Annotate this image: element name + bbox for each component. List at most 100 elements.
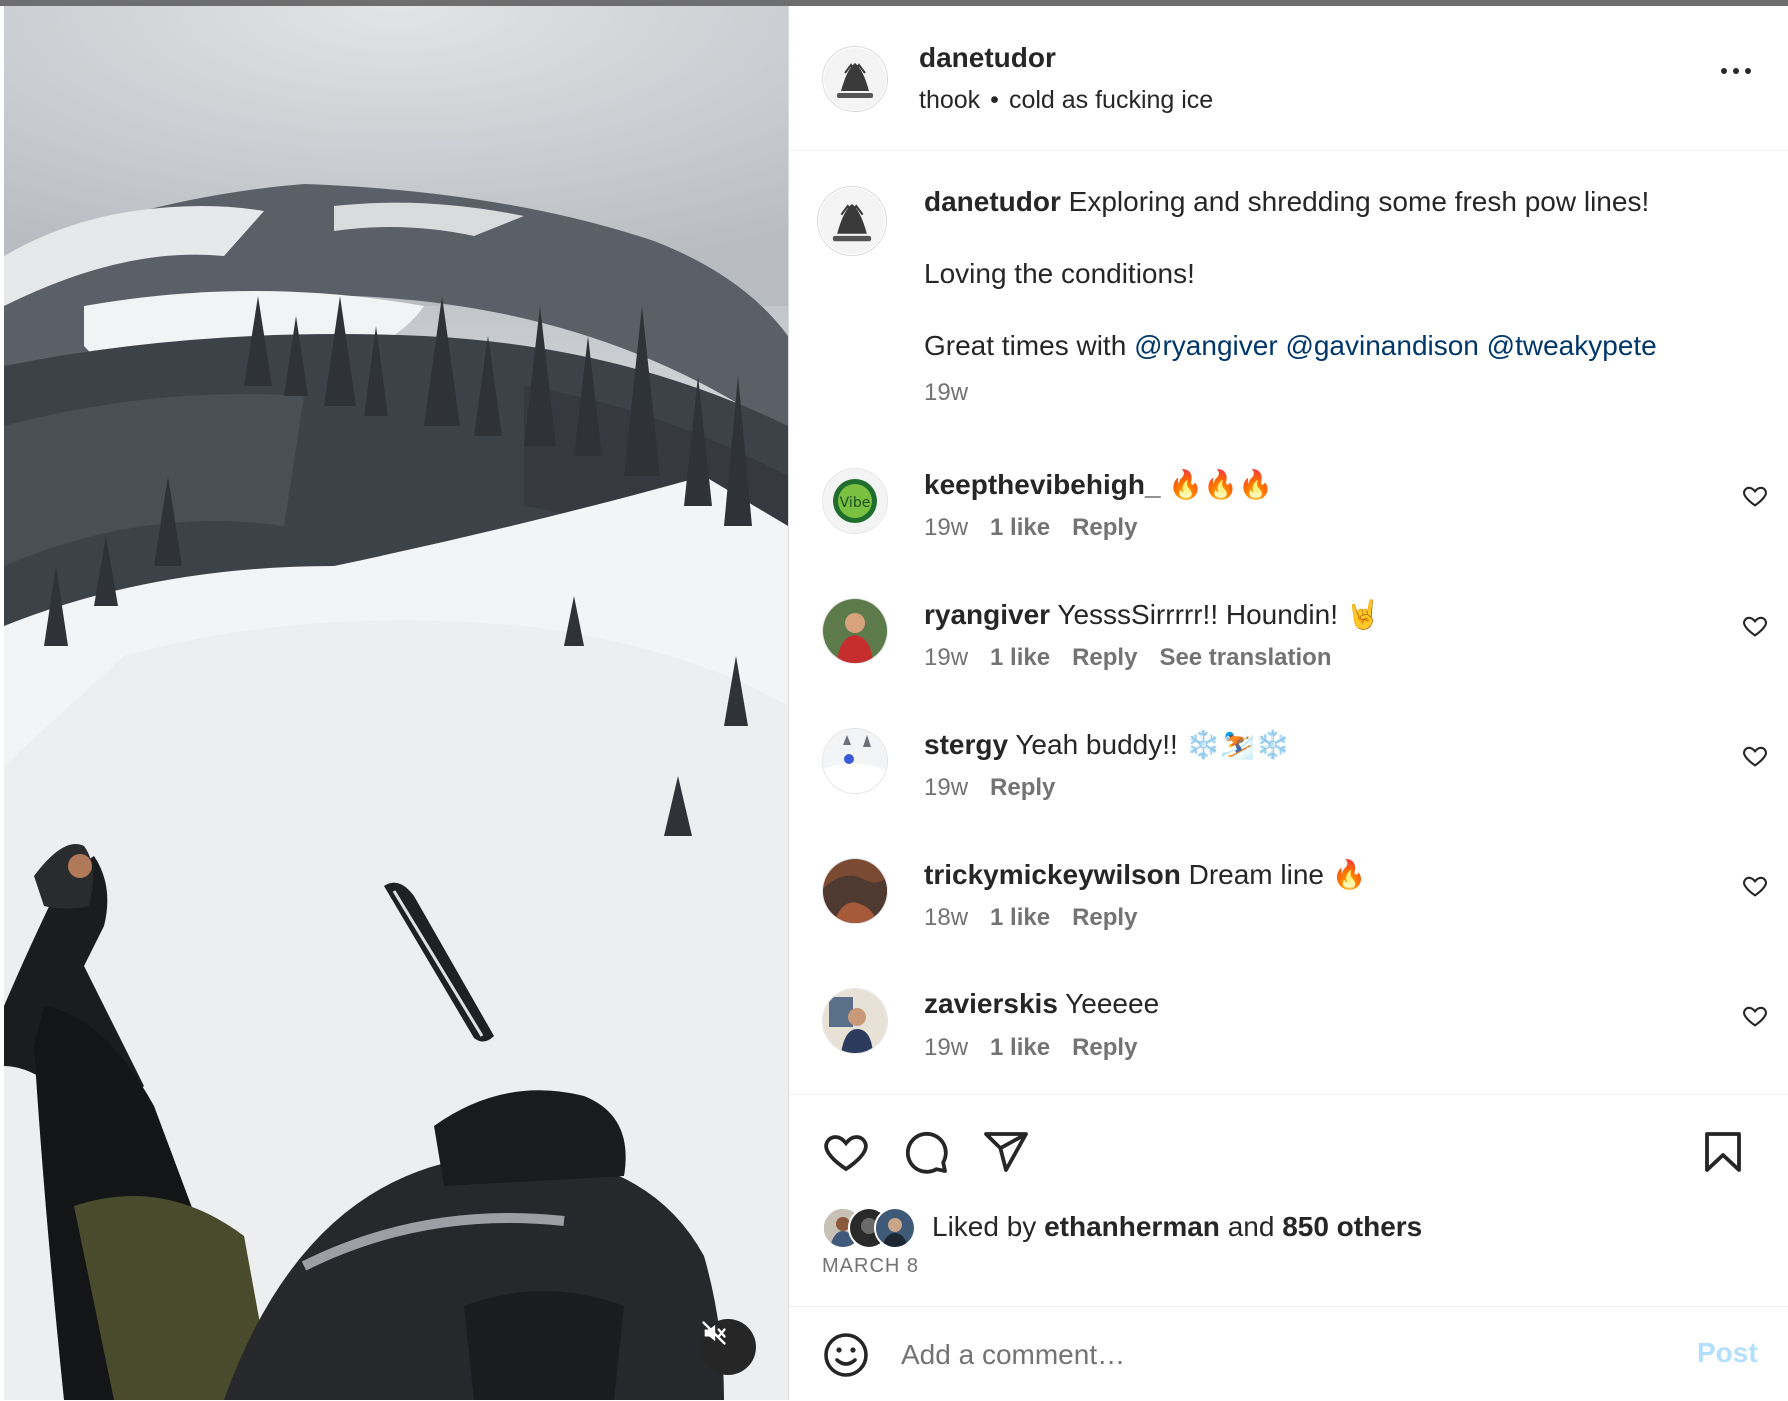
comment-body: Yeah buddy!! ❄️⛷️❄️ — [1015, 729, 1291, 760]
liked-by-text: Liked by ethanherman and 850 others — [932, 1211, 1422, 1243]
comment-time[interactable]: 19w — [924, 1034, 968, 1061]
liked-by-prefix: Liked by — [932, 1211, 1037, 1242]
caption-line-1: Exploring and shredding some fresh pow l… — [1068, 186, 1650, 217]
comment-button[interactable] — [902, 1128, 950, 1176]
post-subtitle: thook • cold as fucking ice — [919, 86, 1213, 115]
more-options-icon — [1721, 68, 1727, 74]
post-caption: danetudor Exploring and shredding some f… — [924, 184, 1744, 364]
comment-username[interactable]: zavierskis — [924, 988, 1058, 1019]
comment-meta: 19w 1 like Reply — [924, 1034, 1159, 1062]
reply-button[interactable]: Reply — [1072, 644, 1137, 671]
liked-by-user[interactable]: ethanherman — [1044, 1211, 1220, 1242]
comment-like-heart-icon[interactable] — [1741, 872, 1769, 900]
comment-likes[interactable]: 1 like — [990, 1034, 1050, 1061]
mute-toggle-button[interactable] — [700, 1319, 756, 1375]
mention-link[interactable]: @tweakypete — [1487, 330, 1657, 361]
comment-like-heart-icon[interactable] — [1741, 742, 1769, 770]
commenter-avatar[interactable] — [822, 728, 888, 794]
comment-text: ryangiver YesssSirrrrr!! Houndin! 🤘 — [924, 598, 1381, 631]
comment-username[interactable]: trickymickeywilson — [924, 859, 1181, 890]
comment-like-heart-icon[interactable] — [1741, 1002, 1769, 1030]
bookmark-icon — [1705, 1132, 1741, 1172]
caption-author-avatar-image — [819, 188, 885, 254]
liker-avatar-image — [876, 1209, 914, 1247]
caption-author-avatar[interactable] — [817, 186, 887, 256]
author-avatar-image — [824, 48, 886, 110]
heart-icon — [824, 1135, 868, 1172]
add-comment-bar: Post — [789, 1306, 1788, 1401]
more-dot — [1745, 68, 1751, 74]
comment-icon — [905, 1131, 948, 1174]
muted-speaker-icon — [702, 1321, 726, 1345]
comment-like-heart-icon[interactable] — [1741, 612, 1769, 640]
emoji-icon[interactable] — [822, 1331, 870, 1379]
post-side-panel: danetudor thook • cold as fucking ice dane… — [788, 6, 1788, 1400]
save-button[interactable] — [1699, 1128, 1747, 1176]
separator-dot: • — [990, 86, 999, 114]
like-button[interactable] — [822, 1128, 870, 1176]
liked-by-and: and — [1227, 1211, 1275, 1242]
comment-body: Dream line 🔥 — [1188, 859, 1367, 890]
svg-text:Vibe: Vibe — [840, 495, 871, 511]
comment-body: YesssSirrrrr!! Houndin! 🤘 — [1057, 599, 1381, 630]
author-avatar[interactable] — [822, 46, 888, 112]
comment-time[interactable]: 19w — [924, 644, 968, 671]
comment-text: trickymickeywilson Dream line 🔥 — [924, 858, 1367, 891]
post-comment-button[interactable]: Post — [1697, 1337, 1758, 1369]
caption-line-2: Loving the conditions! — [924, 258, 1195, 289]
comment-time[interactable]: 19w — [924, 514, 968, 541]
caption-username[interactable]: danetudor — [924, 186, 1061, 217]
comment-item: ryangiver YesssSirrrrr!! Houndin! 🤘 19w 1… — [789, 598, 1788, 708]
comment-text: keepthevibehigh_ 🔥🔥🔥 — [924, 468, 1273, 501]
share-button[interactable] — [982, 1128, 1030, 1176]
location-label[interactable]: cold as fucking ice — [1009, 86, 1213, 114]
comment-text: stergy Yeah buddy!! ❄️⛷️❄️ — [924, 728, 1290, 761]
commenter-avatar[interactable] — [822, 858, 888, 924]
comment-username[interactable]: ryangiver — [924, 599, 1050, 630]
comment-likes[interactable]: 1 like — [990, 644, 1050, 671]
more-options-button[interactable] — [1711, 56, 1761, 86]
comment-likes[interactable]: 1 like — [990, 514, 1050, 541]
post-date[interactable]: MARCH 8 — [822, 1255, 919, 1278]
comment-meta: 19w 1 like Reply See translation — [924, 644, 1354, 672]
post-actions: Liked by ethanherman and 850 others MARC… — [789, 1094, 1788, 1307]
comment-input[interactable] — [899, 1327, 1663, 1383]
comment-username[interactable]: stergy — [924, 729, 1008, 760]
commenter-avatar[interactable] — [822, 988, 888, 1054]
reply-button[interactable]: Reply — [1072, 514, 1137, 541]
commenter-avatar-image: Vibe — [823, 469, 887, 533]
author-username[interactable]: danetudor — [919, 42, 1056, 74]
commenter-avatar[interactable]: Vibe — [822, 468, 888, 534]
reply-button[interactable]: Reply — [1072, 1034, 1137, 1061]
mention-link[interactable]: @gavinandison — [1285, 330, 1478, 361]
commenter-avatar[interactable] — [822, 598, 888, 664]
audio-label[interactable]: thook — [919, 86, 980, 114]
comment-like-heart-icon[interactable] — [1741, 482, 1769, 510]
reply-button[interactable]: Reply — [990, 774, 1055, 801]
share-icon — [984, 1132, 1028, 1172]
video-frame-illustration — [4, 6, 788, 1400]
see-translation-button[interactable]: See translation — [1159, 644, 1331, 671]
comment-time[interactable]: 18w — [924, 904, 968, 931]
comment-body: 🔥🔥🔥 — [1168, 469, 1273, 500]
comment-item: zavierskis Yeeeee 19w 1 like Reply — [789, 988, 1788, 1098]
comment-meta: 18w 1 like Reply — [924, 904, 1159, 932]
comment-meta: 19w Reply — [924, 774, 1077, 802]
more-dot — [1733, 68, 1739, 74]
post-header: danetudor thook • cold as fucking ice — [789, 6, 1788, 151]
comment-body: Yeeeee — [1065, 988, 1160, 1019]
comment-username[interactable]: keepthevibehigh_ — [924, 469, 1161, 500]
commenter-avatar-image — [823, 989, 887, 1053]
caption-timestamp[interactable]: 19w — [924, 379, 968, 407]
comment-item: Vibe keepthevibehigh_ 🔥🔥🔥 19w 1 like Reply — [789, 468, 1788, 578]
caption-line-3: Great times with — [924, 330, 1127, 361]
liker-avatar[interactable] — [874, 1207, 916, 1249]
comment-likes[interactable]: 1 like — [990, 904, 1050, 931]
commenter-avatar-image — [823, 599, 887, 663]
post-video[interactable] — [4, 6, 788, 1400]
comment-item: trickymickeywilson Dream line 🔥 18w 1 lik… — [789, 858, 1788, 968]
mention-link[interactable]: @ryangiver — [1134, 330, 1278, 361]
comment-time[interactable]: 19w — [924, 774, 968, 801]
reply-button[interactable]: Reply — [1072, 904, 1137, 931]
likes-count[interactable]: 850 others — [1282, 1211, 1422, 1242]
